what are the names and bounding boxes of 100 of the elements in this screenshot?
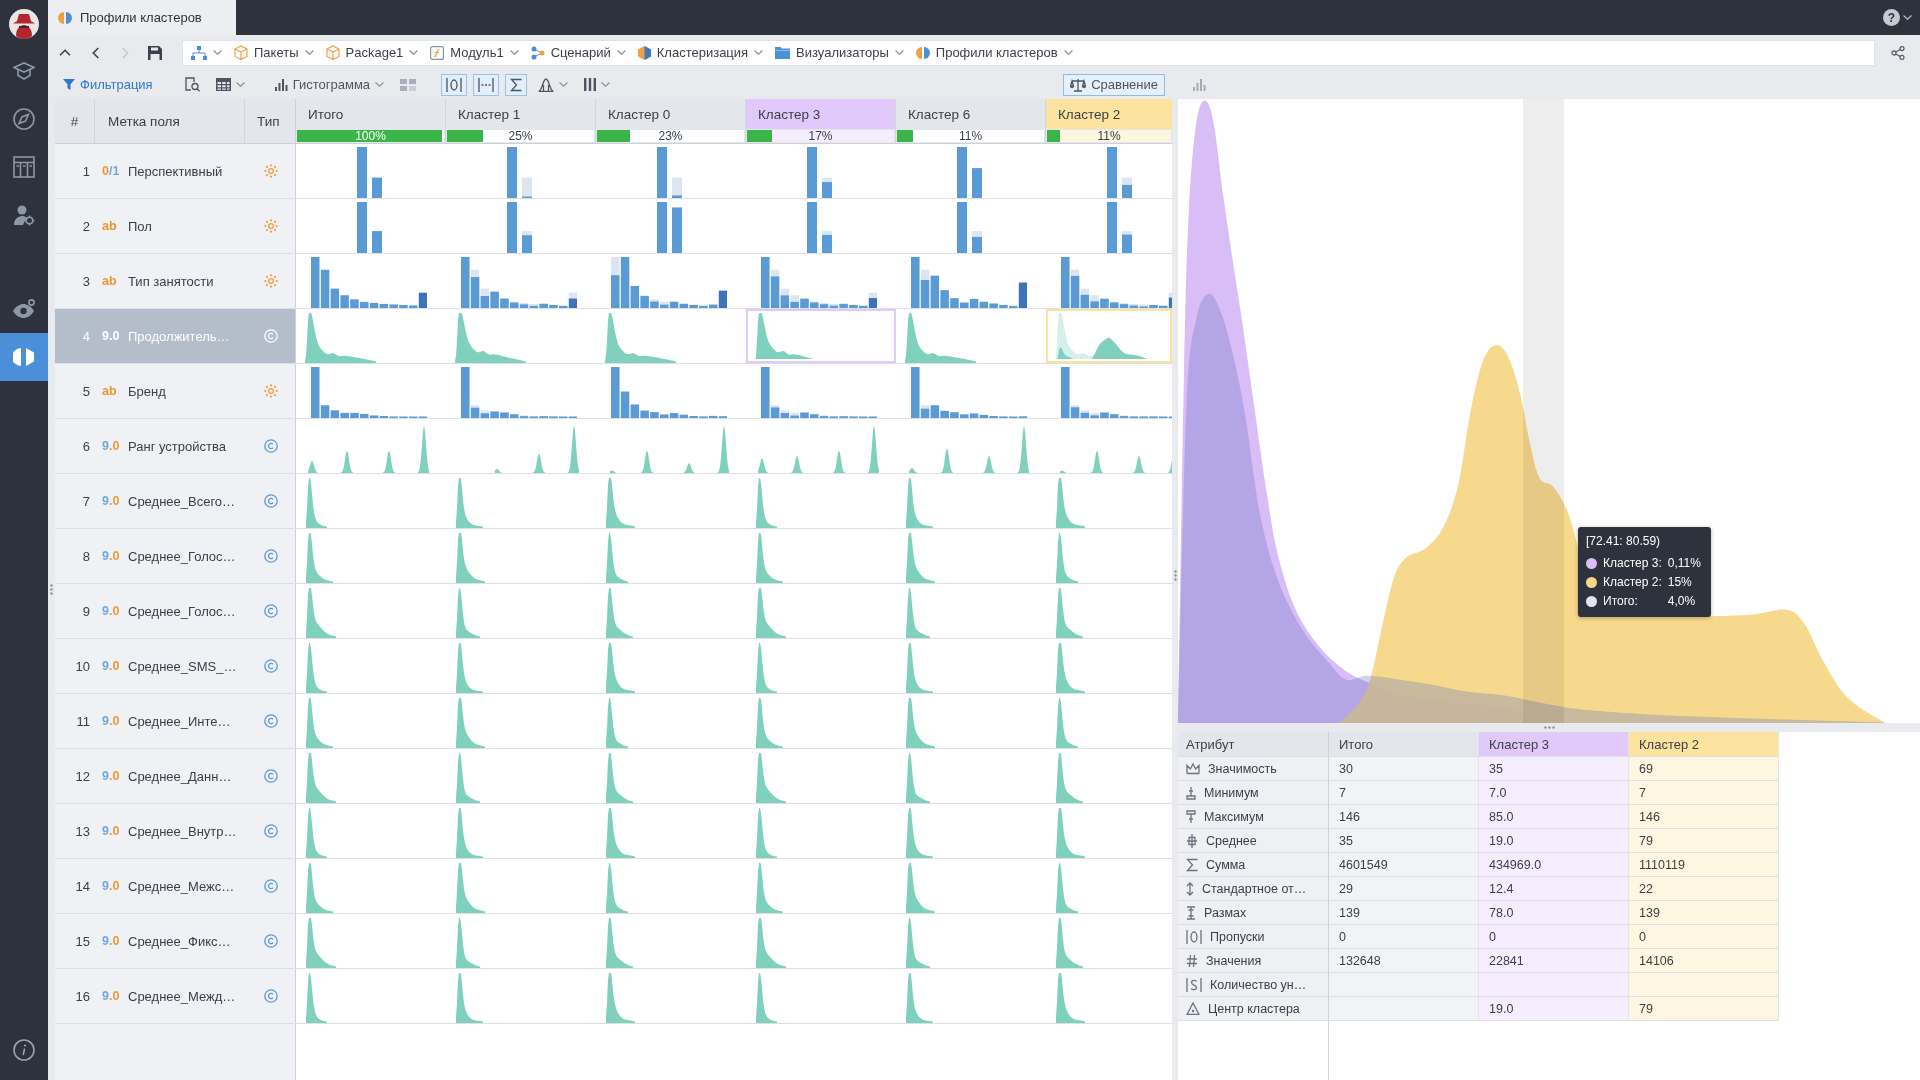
tooltip-label: Итого: [1603,594,1639,608]
field-row[interactable]: 6 9.0 Ранг устройства [55,419,296,473]
caret-icon [213,50,222,55]
column-header: Атрибут [1178,732,1329,757]
circled-arc-icon [263,714,278,728]
row-number: 8 [82,548,91,564]
field-row[interactable]: 9 9.0 Среднее_Голос… [55,584,296,638]
table-cell: 7 [1629,781,1779,805]
density-thumbnail [306,588,336,638]
histogram-thumbnail [807,202,832,253]
sigma-icon [1186,857,1198,872]
attribute-label: Среднее [1206,833,1257,848]
toggle-button[interactable] [441,73,468,96]
column-header[interactable]: # [55,99,95,143]
density-thumbnail [756,698,783,748]
column-header[interactable]: Метка поля [95,99,245,143]
field-row[interactable]: 16 9.0 Среднее_Межд… [55,969,296,1023]
table-cell: 12.4 [1479,877,1629,901]
field-row[interactable]: 15 9.0 Среднее_Фикс… [55,914,296,968]
attribute-label: Сумма [1206,857,1246,872]
density-thumbnail [456,588,480,638]
histogram-thumbnail [1107,202,1132,253]
chevron-right-icon [121,46,129,59]
caret-icon [304,50,314,55]
column-header[interactable]: Кластер 6 [896,99,1045,129]
density-thumbnail [456,698,485,748]
breadcrumb-item[interactable]: Кластеризация [637,41,764,64]
breadcrumb-item[interactable]: Сценарий [530,41,626,64]
row-number: 12 [75,768,91,784]
grip-icon [1543,726,1555,729]
density-thumbnail [606,588,633,638]
crown-icon [1186,762,1200,775]
filter-button[interactable]: Фильтрация [60,73,160,96]
density-thumbnail [306,808,327,858]
table-cell: 78.0 [1479,901,1629,925]
tooltip-label: Кластер 2: [1603,575,1662,589]
field-row[interactable]: 8 9.0 Среднее_Голос… [55,529,296,583]
column-header[interactable]: Кластер 0 [596,99,745,129]
column-header[interactable]: Кластер 2 [1046,99,1172,129]
breadcrumb-item[interactable]: Модуль1 [430,41,519,64]
mean-icon [1186,833,1198,848]
density-thumbnail [1056,918,1083,968]
density-thumbnail [456,478,483,528]
column-header[interactable]: Кластер 3 [746,99,895,129]
density-thumbnail [456,808,483,858]
breadcrumb-item[interactable]: Профили кластеров [915,41,1073,64]
breadcrumb-item[interactable]: Пакеты [234,41,314,64]
circled-arc-icon [263,604,278,618]
field-row[interactable]: 7 9.0 Среднее_Всего… [55,474,296,528]
table-cell: 4601549 [1329,853,1479,877]
column-header[interactable]: Кластер 1 [446,99,595,129]
density-thumbnail [906,808,933,858]
sidebar-item[interactable] [0,333,48,381]
density-thumbnail [756,643,777,693]
histogram-thumbnail [1107,147,1132,198]
view-dropdown[interactable]: Гистограмма [269,73,390,96]
density-thumbnail [906,588,930,638]
density-thumbnail [306,533,333,583]
tab[interactable]: Профили кластеров [48,0,236,35]
table-cell: 69 [1629,757,1779,781]
density-thumbnail [606,808,635,858]
field-row[interactable]: 5 ab Бренд [55,364,296,418]
field-row[interactable]: 2 ab Пол [55,199,296,253]
histogram-thumbnail [657,147,682,198]
help-button[interactable]: ? [1883,9,1900,26]
column-header[interactable]: Итого [296,99,445,129]
field-label: Продолжитель… [128,328,230,344]
attribute-label: Центр кластера [1208,1001,1300,1016]
field-row[interactable]: 3 ab Тип занятости [55,254,296,308]
compare-button[interactable]: Сравнение [1063,73,1165,96]
field-row[interactable]: 1 0/1 Перспективный [55,144,296,198]
chevron-up-icon [59,49,71,56]
grip-icon [1173,569,1177,581]
caret-icon [375,82,385,87]
breadcrumb-item[interactable]: Визуализаторы [775,41,904,64]
field-row[interactable]: 12 9.0 Среднее_Данн… [55,749,296,803]
box-icon [325,45,340,60]
table-cell: 22 [1629,877,1779,901]
density-thumbnail [456,973,483,1023]
caret-icon [894,50,904,55]
circled-arc-icon [263,769,278,783]
field-row[interactable]: 13 9.0 Среднее_Внутр… [55,804,296,858]
field-row[interactable]: 14 9.0 Среднее_Межс… [55,859,296,913]
density-thumbnail [606,698,628,748]
toggle-button[interactable] [473,73,500,96]
column-header[interactable]: Тип [245,99,296,143]
density-thumbnail [906,643,933,693]
density-thumbnail [756,588,786,638]
type-label: 9.0 [102,714,121,728]
density-thumbnail [455,313,526,363]
row-number: 9 [82,603,91,619]
type-label: 9.0 [102,659,121,673]
share-percent: 100% [355,130,386,142]
field-label: Тип занятости [128,273,214,289]
field-label: Среднее_Данн… [128,768,232,784]
field-row[interactable]: 11 9.0 Среднее_Инте… [55,694,296,748]
breadcrumb-item[interactable]: Package1 [325,41,419,64]
share-percent: 17% [808,130,833,142]
toggle-button[interactable] [505,73,528,96]
field-row[interactable]: 10 9.0 Среднее_SMS_… [55,639,296,693]
